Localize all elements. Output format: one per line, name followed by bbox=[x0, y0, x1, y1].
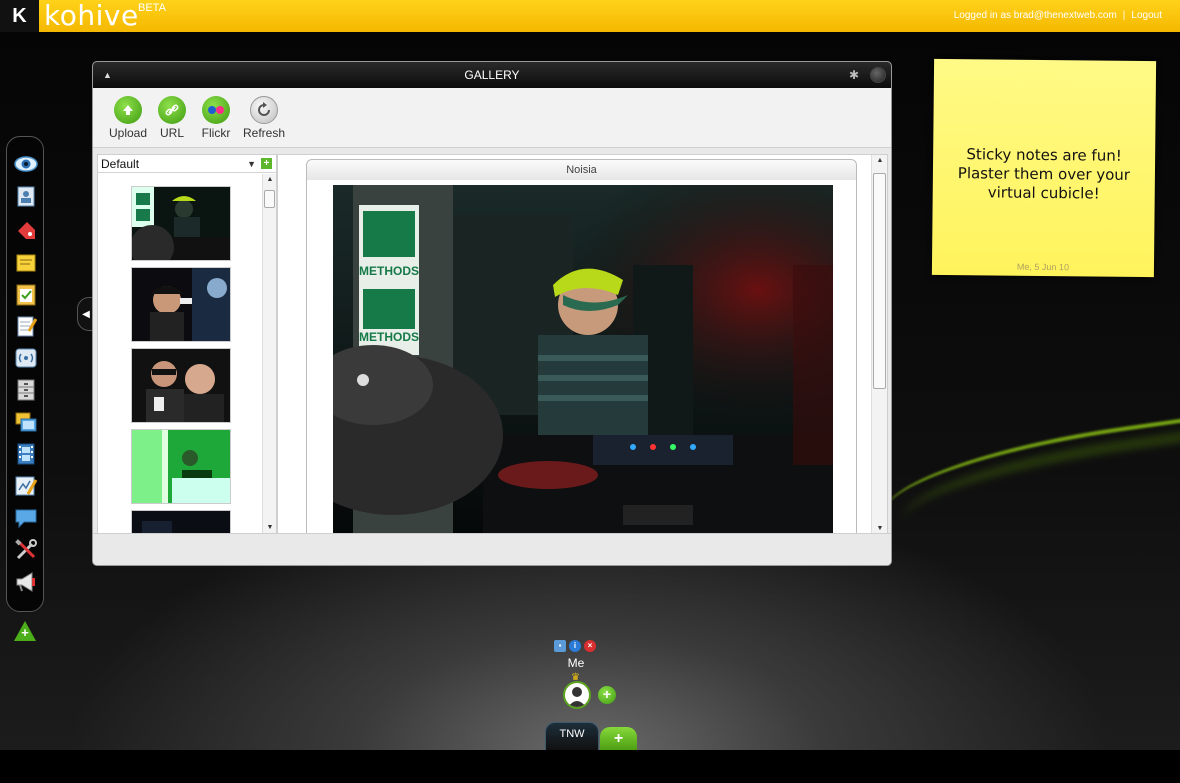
scrollbar-thumb[interactable] bbox=[264, 190, 275, 208]
thumbnail[interactable] bbox=[131, 267, 231, 342]
refresh-button[interactable]: Refresh bbox=[239, 96, 289, 140]
whiteboard-icon[interactable] bbox=[13, 473, 39, 499]
gallery-title: GALLERY bbox=[464, 68, 520, 82]
thumbnail-list bbox=[98, 174, 263, 534]
url-button[interactable]: URL bbox=[147, 96, 197, 140]
photo-title: Noisia bbox=[306, 159, 857, 181]
add-album-button[interactable]: + bbox=[261, 158, 272, 169]
gallery-icon[interactable] bbox=[13, 409, 39, 435]
photo-scrollbar[interactable]: ▲ ▼ bbox=[871, 155, 887, 535]
app-dock bbox=[6, 136, 44, 612]
avatar[interactable] bbox=[563, 681, 591, 709]
info-icon[interactable]: i bbox=[569, 640, 581, 652]
upload-arrow-icon bbox=[114, 96, 142, 124]
dock-add-app-button[interactable]: + bbox=[14, 621, 36, 641]
hive-tab-tnw[interactable]: TNW bbox=[545, 722, 599, 750]
tag-icon[interactable] bbox=[13, 217, 39, 243]
film-icon[interactable] bbox=[13, 441, 39, 467]
chevron-down-icon[interactable]: ▼ bbox=[247, 155, 256, 173]
account-area: Logged in as brad@thenextweb.com | Logou… bbox=[954, 10, 1162, 21]
gallery-title-bar[interactable]: ▲ GALLERY ✱ bbox=[93, 62, 891, 88]
link-icon bbox=[158, 96, 186, 124]
add-hive-button[interactable]: + bbox=[600, 727, 637, 750]
logout-link[interactable]: Logout bbox=[1131, 10, 1162, 21]
broadcast-icon[interactable] bbox=[13, 345, 39, 371]
profile-card-icon[interactable]: ▪ bbox=[554, 640, 566, 652]
thumbnail-scrollbar[interactable]: ▲ ▼ bbox=[262, 174, 276, 534]
close-window-button[interactable] bbox=[870, 67, 886, 83]
url-label: URL bbox=[159, 126, 184, 140]
sticky-note-icon[interactable] bbox=[13, 249, 39, 275]
user-name: Me bbox=[567, 656, 585, 670]
top-bar: K kohive BETA Logged in as brad@thenextw… bbox=[0, 0, 1180, 32]
add-member-button[interactable]: + bbox=[598, 686, 616, 704]
album-pane: Default ▼ + ▲ ▼ bbox=[97, 154, 277, 534]
eye-icon[interactable] bbox=[13, 151, 39, 177]
album-select[interactable]: Default ▼ + bbox=[98, 155, 276, 173]
flickr-button[interactable]: Flickr bbox=[191, 96, 241, 140]
cabinet-icon[interactable] bbox=[13, 377, 39, 403]
tools-icon[interactable] bbox=[13, 537, 39, 563]
selected-photo[interactable]: METHODS METHODS bbox=[333, 185, 833, 535]
flickr-icon bbox=[202, 96, 230, 124]
svg-text:METHODS: METHODS bbox=[359, 330, 419, 344]
scrollbar-thumb[interactable] bbox=[873, 173, 886, 389]
thumbnail[interactable] bbox=[131, 429, 231, 504]
photo-frame: METHODS METHODS bbox=[306, 180, 857, 535]
remove-icon[interactable]: × bbox=[584, 640, 596, 652]
thumbnail[interactable] bbox=[131, 510, 231, 534]
logo-mark: K bbox=[0, 0, 39, 32]
beta-badge: BETA bbox=[138, 2, 166, 14]
sticky-note-date: Me, 5 Jun 10 bbox=[1016, 261, 1070, 273]
megaphone-icon[interactable] bbox=[13, 569, 39, 595]
separator: | bbox=[1122, 10, 1126, 21]
checklist-icon[interactable] bbox=[13, 281, 39, 307]
refresh-icon bbox=[250, 96, 278, 124]
user-tools: ▪ i × bbox=[554, 640, 596, 652]
gallery-window: ▲ GALLERY ✱ Upload URL Flickr Refresh De… bbox=[92, 61, 892, 566]
refresh-label: Refresh bbox=[242, 126, 286, 140]
scroll-up-icon[interactable]: ▲ bbox=[263, 174, 277, 186]
bottom-bar bbox=[0, 750, 1180, 783]
logo-name: kohive bbox=[44, 0, 139, 32]
dock-add-glyph: + bbox=[21, 625, 29, 640]
svg-text:METHODS: METHODS bbox=[359, 264, 419, 278]
scroll-up-icon[interactable]: ▲ bbox=[872, 155, 888, 167]
gallery-footer bbox=[93, 533, 891, 565]
bug-report-icon[interactable]: ✱ bbox=[849, 62, 859, 88]
notepad-icon[interactable] bbox=[13, 313, 39, 339]
flickr-label: Flickr bbox=[201, 126, 231, 140]
gallery-toolbar: Upload URL Flickr Refresh bbox=[93, 88, 891, 148]
photo-viewer: Noisia METHODS METHODS ▲ ▼ bbox=[277, 154, 888, 535]
collapse-window-icon[interactable]: ▲ bbox=[103, 62, 112, 88]
sticky-note-text[interactable]: Sticky notes are fun! Plaster them over … bbox=[943, 145, 1146, 204]
sticky-note[interactable]: Sticky notes are fun! Plaster them over … bbox=[931, 58, 1157, 278]
logged-in-text: Logged in as brad@thenextweb.com bbox=[953, 10, 1117, 21]
contacts-icon[interactable] bbox=[13, 183, 39, 209]
thumbnail[interactable] bbox=[131, 186, 231, 261]
album-selected-value: Default bbox=[101, 157, 140, 171]
upload-button[interactable]: Upload bbox=[103, 96, 153, 140]
background-swoosh bbox=[875, 403, 1180, 551]
upload-label: Upload bbox=[108, 126, 148, 140]
thumbnail[interactable] bbox=[131, 348, 231, 423]
chat-icon[interactable] bbox=[13, 505, 39, 531]
